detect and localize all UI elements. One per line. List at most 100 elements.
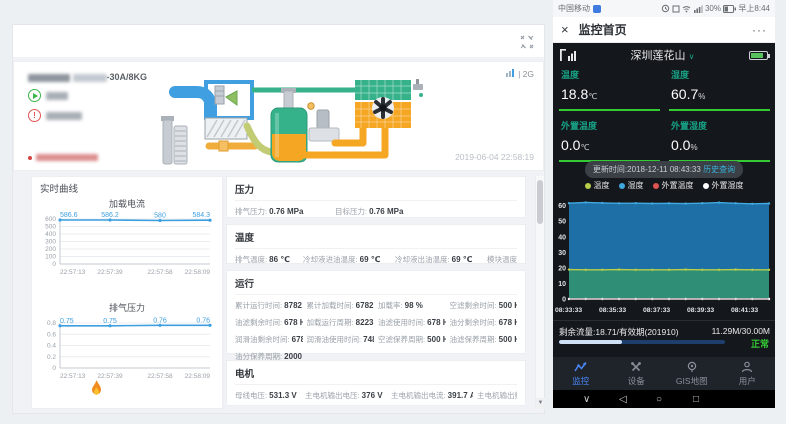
device-run-status[interactable] bbox=[28, 89, 178, 102]
battery-icon bbox=[723, 5, 736, 13]
svg-text:50: 50 bbox=[558, 219, 566, 226]
signal-icon bbox=[694, 5, 703, 13]
history-query-link[interactable]: 历史查询 bbox=[703, 165, 735, 174]
svg-text:0.76: 0.76 bbox=[153, 317, 167, 324]
metric-value: 0.0℃ bbox=[561, 137, 660, 153]
discharge-pressure-chart: 00.20.40.60.80.750.750.760.7622:57:1322:… bbox=[34, 312, 220, 385]
svg-text:30: 30 bbox=[558, 250, 566, 257]
metric-item: 润滑油使用时间: 748 H bbox=[307, 334, 375, 345]
close-icon[interactable]: × bbox=[561, 22, 569, 37]
legend-external-temperature[interactable]: 外置温度 bbox=[653, 180, 694, 191]
nav-user[interactable]: 用户 bbox=[720, 357, 776, 390]
recents-button[interactable]: □ bbox=[693, 394, 699, 405]
carrier-label: 中国移动 bbox=[558, 3, 590, 14]
phone-device-bar: 深圳莲花山 ∨ bbox=[553, 46, 775, 64]
flow-progress-bar bbox=[559, 340, 725, 344]
svg-text:22:58:09: 22:58:09 bbox=[185, 269, 211, 276]
pressure-values: 排气压力: 0.76 MPa 目标压力: 0.76 MPa bbox=[235, 206, 517, 217]
svg-text:22:57:58: 22:57:58 bbox=[147, 269, 173, 276]
section-pressure: 压力 排气压力: 0.76 MPa 目标压力: 0.76 MPa bbox=[226, 176, 526, 218]
redacted-device-name bbox=[28, 74, 70, 82]
scrollbar-thumb[interactable] bbox=[537, 180, 543, 224]
metric-external-humidity: 外置湿度 0.0% bbox=[669, 119, 770, 162]
legend-temperature[interactable]: 温度 bbox=[585, 180, 610, 191]
page-title: 监控首页 bbox=[579, 21, 627, 38]
motor-pump bbox=[309, 110, 339, 141]
monitor-icon bbox=[574, 361, 587, 373]
redacted-warning-text bbox=[36, 154, 98, 161]
realtime-curves-card: 实时曲线 加载电流 0100200300400500600586.6586.25… bbox=[31, 176, 223, 409]
metric-item: 主电机输出电压: 376 V bbox=[305, 390, 387, 401]
screenshot-icon bbox=[672, 5, 680, 13]
metric-item: 排气压力: 0.76 MPa bbox=[235, 206, 331, 217]
location-pin-icon bbox=[686, 361, 698, 373]
back-button[interactable]: ◁ bbox=[619, 394, 627, 405]
device-selector[interactable]: 深圳莲花山 ∨ bbox=[576, 47, 749, 63]
metric-value: 0.0% bbox=[671, 137, 770, 153]
legend-humidity[interactable]: 湿度 bbox=[619, 180, 644, 191]
running-values: 累计运行时间: 8782 H累计加载时间: 6782 H加载率: 98 %空滤剩… bbox=[235, 300, 517, 362]
alarm-icon bbox=[661, 4, 670, 13]
section-title: 温度 bbox=[235, 230, 517, 249]
nav-monitor[interactable]: 监控 bbox=[553, 357, 609, 390]
device-detail-column: 压力 排气压力: 0.76 MPa 目标压力: 0.76 MPa 温度 排气温度:… bbox=[226, 176, 538, 409]
phone-status-bar: 中国移动 30% 早上8:44 bbox=[553, 0, 775, 17]
legend-dot bbox=[703, 183, 709, 189]
metric-item: 目标压力: 0.76 MPa bbox=[335, 206, 517, 217]
legend-external-humidity[interactable]: 外置湿度 bbox=[703, 180, 744, 191]
metric-label: 温度 bbox=[561, 68, 660, 81]
fan-icon bbox=[372, 97, 394, 119]
svg-text:22:57:58: 22:57:58 bbox=[147, 373, 173, 380]
detail-scrollbar[interactable]: ▼ bbox=[535, 176, 544, 409]
divider bbox=[553, 320, 775, 321]
metric-item: 加载率: 98 % bbox=[378, 300, 446, 311]
redacted-device-model bbox=[73, 74, 107, 82]
svg-text:0.75: 0.75 bbox=[60, 318, 74, 325]
device-battery-icon bbox=[749, 51, 768, 60]
compressor-schematic bbox=[159, 64, 544, 168]
tools-icon bbox=[630, 361, 642, 373]
device-info: -30A/8KG ! bbox=[28, 72, 178, 122]
svg-text:22:57:39: 22:57:39 bbox=[97, 269, 123, 276]
more-menu-icon[interactable]: ··· bbox=[752, 23, 767, 37]
metric-item: 主电机输出频率: 125.99 Hz bbox=[477, 390, 517, 401]
oil-separator-tank bbox=[271, 88, 314, 162]
svg-text:60: 60 bbox=[558, 203, 566, 210]
svg-text:586.6: 586.6 bbox=[60, 212, 78, 219]
metric-item: 油分剩余时间: 678 H bbox=[450, 317, 518, 328]
fullscreen-expand-icon[interactable] bbox=[520, 35, 534, 49]
wifi-icon bbox=[682, 5, 691, 13]
update-time-row: 更新时间:2018-12-11 08:43:33 历史查询 bbox=[553, 159, 775, 178]
svg-text:0: 0 bbox=[52, 261, 56, 268]
device-fault-status[interactable]: ! bbox=[28, 109, 178, 122]
section-title: 压力 bbox=[235, 182, 517, 201]
alert-exclamation-icon[interactable]: ! bbox=[28, 109, 41, 122]
metric-item: 冷却液出油温度: 69 ℃ bbox=[395, 254, 483, 265]
metric-item: 排气温度: 86 ℃ bbox=[235, 254, 299, 265]
metric-item: 冷却液进油温度: 69 ℃ bbox=[303, 254, 391, 265]
nav-gis-map[interactable]: GIS地图 bbox=[664, 357, 720, 390]
svg-text:0.76: 0.76 bbox=[196, 317, 210, 324]
metric-item: 润滑油剩余时间: 678 H bbox=[235, 334, 303, 345]
chevron-down-icon: ∨ bbox=[689, 52, 695, 61]
metric-value: 18.8℃ bbox=[561, 86, 660, 102]
scrollbar-down-button[interactable]: ▼ bbox=[536, 398, 545, 409]
realtime-curves-title: 实时曲线 bbox=[40, 181, 78, 195]
phone-bottom-nav: 监控 设备 GIS地图 用户 bbox=[553, 357, 775, 390]
metric-item: 母线电压: 531.3 V bbox=[235, 390, 301, 401]
section-temperature: 温度 排气温度: 86 ℃冷却液进油温度: 69 ℃冷却液出油温度: 69 ℃模… bbox=[226, 224, 526, 264]
nav-device[interactable]: 设备 bbox=[609, 357, 665, 390]
metric-grid: 温度 18.8℃ 湿度 60.7% 外置温度 0.0℃ 外置湿度 0.0% bbox=[559, 68, 770, 162]
hide-nav-button[interactable]: ∨ bbox=[583, 394, 590, 405]
home-button[interactable]: ○ bbox=[656, 394, 662, 405]
svg-text:0.2: 0.2 bbox=[47, 354, 56, 361]
battery-percent: 30% bbox=[705, 4, 721, 13]
svg-text:100: 100 bbox=[45, 254, 56, 261]
cooler bbox=[355, 80, 411, 128]
status-time: 早上8:44 bbox=[738, 3, 770, 14]
play-icon[interactable] bbox=[28, 89, 41, 102]
metric-item: 空滤剩余时间: 500 H bbox=[450, 300, 518, 311]
antenna-signal-icon bbox=[560, 49, 576, 61]
section-title: 电机 bbox=[235, 366, 517, 385]
drain-faucet-icon bbox=[413, 79, 423, 97]
